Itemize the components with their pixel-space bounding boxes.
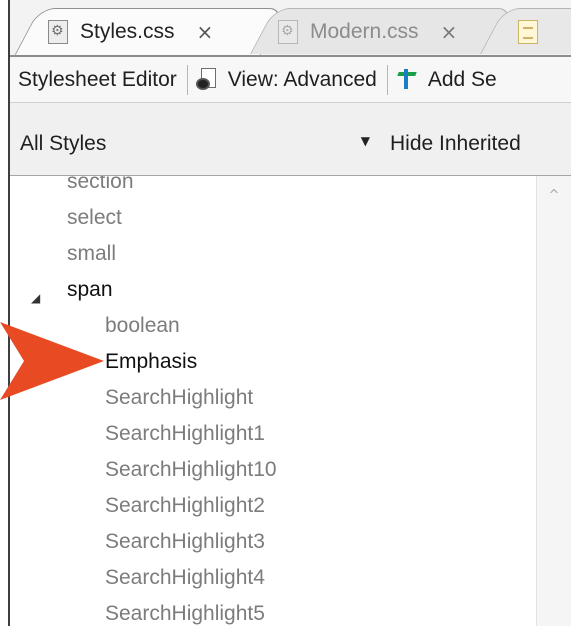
tab-styles-css[interactable]: Styles.css × [48, 8, 214, 55]
tree-item[interactable]: small [67, 236, 116, 272]
screenshot-page: Styles.css × Modern.css × Stylesheet Edi… [0, 0, 571, 626]
tree-item-span[interactable]: span [67, 272, 113, 308]
tab-label: Styles.css [80, 20, 175, 43]
tab-modern-css[interactable]: Modern.css × [278, 8, 458, 55]
tree-item[interactable]: SearchHighlight [105, 380, 253, 416]
filter-bar: All Styles ▼ Hide Inherited [10, 103, 571, 176]
tree-item[interactable]: boolean [105, 308, 180, 344]
add-selector-button[interactable]: Add Se [388, 57, 497, 102]
tab-strip: Styles.css × Modern.css × [10, 0, 571, 57]
tree-item[interactable]: SearchHighlight5 [105, 596, 265, 626]
styles-tree: section select small ◢ span boolean Emph… [10, 176, 534, 626]
editor-window: Styles.css × Modern.css × Stylesheet Edi… [8, 0, 571, 626]
view-advanced-label: View: Advanced [227, 67, 377, 91]
editor-toolbar: Stylesheet Editor View: Advanced Add Se [10, 57, 571, 103]
tab-label: Modern.css [310, 20, 419, 43]
view-icon [195, 67, 218, 92]
stylesheet-editor-label: Stylesheet Editor [18, 67, 177, 91]
tree-item[interactable]: SearchHighlight10 [105, 452, 277, 488]
callout-arrow-icon [0, 322, 104, 400]
tree-item[interactable]: SearchHighlight2 [105, 488, 265, 524]
tree-item[interactable]: select [67, 200, 122, 236]
tree-item-emphasis[interactable]: Emphasis [105, 344, 197, 380]
add-label: Add Se [427, 67, 497, 91]
tree-item[interactable]: section [67, 176, 134, 200]
chevron-down-icon: ▼ [360, 134, 370, 148]
document-file-icon [518, 20, 538, 44]
filter-selected-value: All Styles [20, 132, 107, 155]
tree-item[interactable]: SearchHighlight1 [105, 416, 265, 452]
hide-inherited-button[interactable]: Hide Inherited [382, 124, 571, 164]
vertical-scrollbar[interactable]: ^ [536, 176, 571, 626]
close-icon[interactable]: × [441, 20, 458, 44]
stylesheet-file-icon [48, 20, 68, 44]
add-icon [396, 68, 418, 91]
styles-filter-dropdown[interactable]: All Styles ▼ [20, 124, 372, 164]
stylesheet-file-icon [278, 20, 298, 44]
scroll-up-icon[interactable]: ^ [545, 188, 563, 206]
tab-overflow[interactable] [518, 8, 550, 55]
tree-item[interactable]: SearchHighlight4 [105, 560, 265, 596]
close-icon[interactable]: × [197, 20, 214, 44]
tree-item[interactable]: SearchHighlight3 [105, 524, 265, 560]
view-advanced-button[interactable]: View: Advanced [188, 57, 377, 102]
tree-expand-icon[interactable]: ◢ [31, 288, 51, 308]
